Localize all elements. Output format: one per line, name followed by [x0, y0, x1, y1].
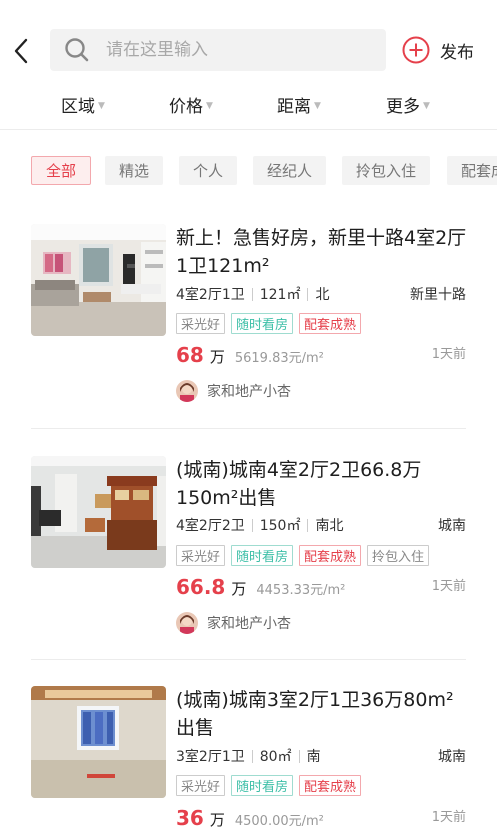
filter-bar: 区域 ▼ 价格 ▼ 距离 ▼ 更多 ▼ — [0, 84, 497, 130]
listing-photo — [31, 224, 166, 336]
price-unit: 万 — [209, 348, 225, 366]
filter-label: 区域 — [61, 97, 95, 117]
tag-good-light: 采光好 — [176, 545, 226, 566]
listing-title: (城南)城南3室2厅1卫36万80m²出售 — [176, 689, 454, 739]
plus-circle-icon — [402, 36, 430, 64]
category-chips: 全部 精选 个人 经纪人 拎包入住 配套成 — [0, 156, 497, 186]
meta-separator — [251, 518, 253, 532]
listing-title: (城南)城南4室2厅2卫66.8万150m²出售 — [176, 459, 422, 509]
chip-personal[interactable]: 个人 — [179, 156, 238, 185]
listing-tags: 采光好 随时看房 配套成熟 — [176, 313, 367, 335]
listing-photo — [31, 456, 166, 568]
listing-agent[interactable]: 家和地产小杏 — [176, 379, 291, 403]
tag-view-anytime: 随时看房 — [231, 313, 294, 334]
tag-move-in-ready: 拎包入住 — [367, 545, 430, 566]
listing-price-row: 68 万 5619.83元/m² 1天前 — [176, 343, 466, 369]
listing-price: 36 — [176, 806, 204, 830]
agent-name: 家和地产小杏 — [207, 616, 291, 632]
publish-label: 发布 — [440, 42, 474, 63]
chip-agent[interactable]: 经纪人 — [253, 156, 327, 185]
listing-rooms: 3室2厅1卫 — [176, 749, 245, 765]
listing-time: 1天前 — [431, 579, 466, 594]
listing-price-row: 66.8 万 4453.33元/m² 1天前 — [176, 575, 466, 601]
chip-all[interactable]: 全部 — [31, 156, 92, 185]
filter-area[interactable]: 区域 ▼ — [61, 92, 105, 117]
listing-agent[interactable]: 家和地产小杏 — [176, 611, 291, 635]
listing-photo — [31, 686, 166, 798]
meta-separator — [307, 518, 309, 532]
chip-featured[interactable]: 精选 — [105, 156, 164, 185]
avatar — [176, 612, 198, 634]
listing-orientation: 南北 — [315, 518, 344, 534]
chip-amenities[interactable]: 配套成 — [447, 156, 497, 185]
search-box[interactable] — [50, 29, 386, 71]
tag-good-light: 采光好 — [176, 775, 226, 796]
caret-down-icon: ▼ — [98, 101, 105, 111]
meta-separator — [251, 287, 253, 301]
meta-separator — [251, 749, 253, 763]
back-button[interactable] — [8, 34, 34, 68]
filter-label: 距离 — [277, 97, 311, 117]
agent-name: 家和地产小杏 — [207, 384, 291, 400]
divider — [31, 659, 466, 660]
listing-orientation: 北 — [315, 287, 330, 303]
price-unit: 万 — [231, 580, 247, 598]
filter-label: 价格 — [169, 97, 203, 117]
price-per-sqm: 5619.83元/m² — [234, 351, 324, 366]
listing-rooms: 4室2厅2卫 — [176, 518, 245, 534]
filter-more[interactable]: 更多 ▼ — [386, 92, 430, 117]
filter-distance[interactable]: 距离 ▼ — [277, 92, 321, 117]
search-icon — [64, 37, 90, 63]
price-per-sqm: 4453.33元/m² — [256, 583, 346, 598]
filter-price[interactable]: 价格 ▼ — [169, 92, 213, 117]
listing-title: 新上！急售好房，新里十路4室2厅1卫121m² — [176, 227, 467, 277]
listing-location: 新里十路 — [410, 287, 466, 303]
listing-area: 150㎡ — [259, 518, 301, 534]
divider — [0, 129, 497, 130]
tag-amenities: 配套成熟 — [299, 545, 362, 566]
price-per-sqm: 4500.00元/m² — [234, 814, 324, 829]
listing-rooms: 4室2厅1卫 — [176, 287, 245, 303]
listing-area: 121㎡ — [259, 287, 301, 303]
listing-time: 1天前 — [431, 810, 466, 825]
listing-price: 66.8 — [176, 575, 226, 599]
chip-move-in-ready[interactable]: 拎包入住 — [342, 156, 431, 185]
search-input[interactable] — [106, 40, 366, 60]
listing-area: 80㎡ — [259, 749, 292, 765]
listing-tags: 采光好 随时看房 配套成熟 拎包入住 — [176, 545, 435, 567]
listing-price-row: 36 万 4500.00元/m² 1天前 — [176, 806, 466, 832]
meta-separator — [307, 287, 309, 301]
tag-amenities: 配套成熟 — [299, 313, 362, 334]
price-unit: 万 — [209, 811, 225, 829]
listing-location: 城南 — [438, 749, 466, 765]
listing-meta: 3室2厅1卫 80㎡ 南 城南 — [176, 746, 466, 766]
chevron-left-icon — [14, 38, 28, 64]
caret-down-icon: ▼ — [314, 101, 321, 111]
filter-label: 更多 — [386, 97, 420, 117]
listing-meta: 4室2厅1卫 121㎡ 北 新里十路 — [176, 284, 466, 304]
listing-tags: 采光好 随时看房 配套成熟 — [176, 775, 367, 797]
listing-meta: 4室2厅2卫 150㎡ 南北 城南 — [176, 515, 466, 535]
tag-view-anytime: 随时看房 — [231, 775, 294, 796]
listing-location: 城南 — [438, 518, 466, 534]
tag-view-anytime: 随时看房 — [231, 545, 294, 566]
listing-time: 1天前 — [431, 347, 466, 362]
publish-button[interactable]: 发布 — [402, 35, 474, 65]
listing-price: 68 — [176, 343, 204, 367]
avatar — [176, 380, 198, 402]
caret-down-icon: ▼ — [423, 101, 430, 111]
meta-separator — [298, 749, 300, 763]
divider — [31, 428, 466, 429]
tag-good-light: 采光好 — [176, 313, 226, 334]
listing-orientation: 南 — [306, 749, 321, 765]
caret-down-icon: ▼ — [206, 101, 213, 111]
tag-amenities: 配套成熟 — [299, 775, 362, 796]
